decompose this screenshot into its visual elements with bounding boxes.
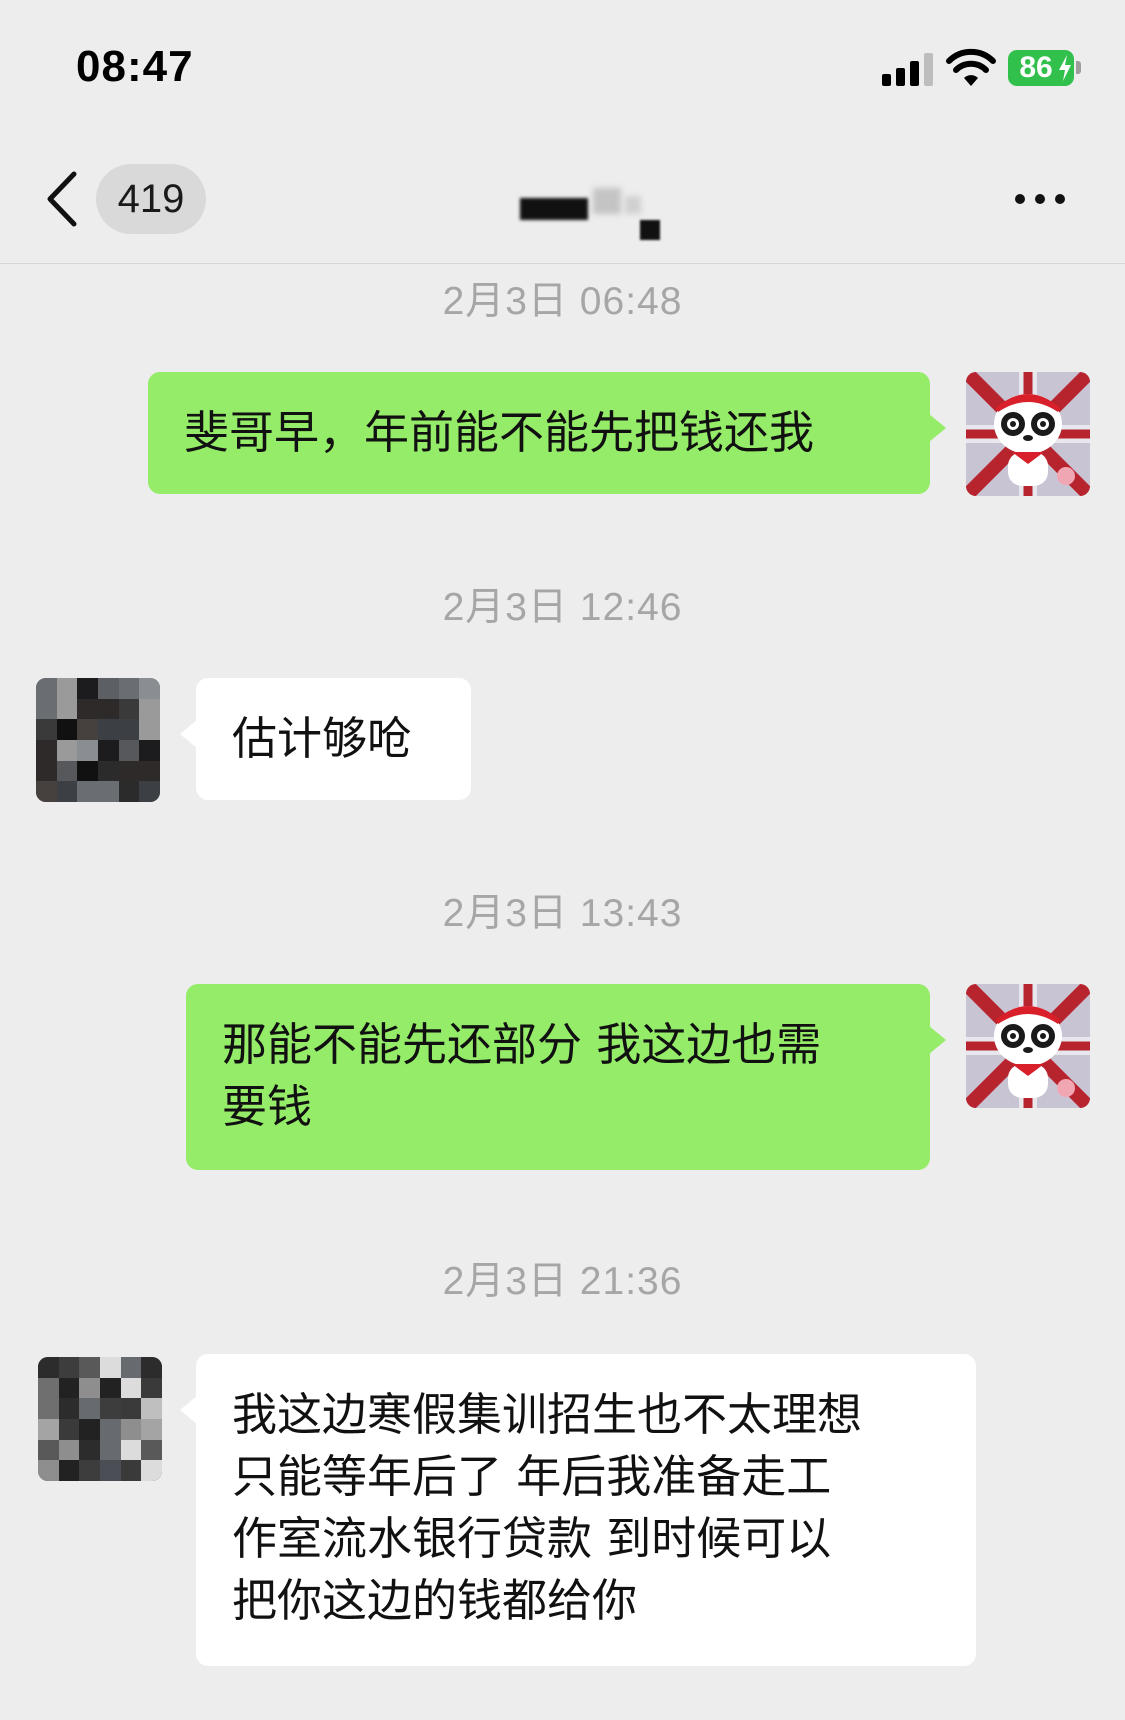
sent-message-bubble[interactable]: 斐哥早，年前能不能先把钱还我 <box>148 372 946 494</box>
chat-header: 419 <box>0 130 1125 264</box>
wifi-icon <box>946 48 996 86</box>
charging-bolt-icon <box>1059 55 1071 81</box>
ellipsis-icon[interactable] <box>1010 190 1070 208</box>
signal-icon <box>882 52 934 86</box>
received-message-bubble[interactable]: 估计够呛 <box>180 678 471 800</box>
battery-cap <box>1076 61 1081 74</box>
avatar-mosaic <box>36 678 160 802</box>
message-line: 只能等年后了 年后我准备走工 <box>232 1450 832 1503</box>
message-line: 把你这边的钱都给你 <box>232 1574 638 1627</box>
message-line: 那能不能先还部分 我这边也需 <box>222 1018 822 1071</box>
battery-icon: 86 <box>1008 50 1074 86</box>
message-text: 斐哥早，年前能不能先把钱还我 <box>184 406 815 459</box>
message-line: 作室流水银行贷款 到时候可以 <box>232 1512 832 1565</box>
message-line: 要钱 <box>222 1080 313 1133</box>
timestamp: 2月3日 13:43 <box>442 892 683 935</box>
message-text: 估计够呛 <box>232 712 413 765</box>
panda-avatar[interactable] <box>966 984 1090 1108</box>
battery-level: 86 <box>1019 51 1053 84</box>
status-bar: 08:47 86 <box>0 0 1125 130</box>
chevron-left-icon[interactable] <box>44 170 80 228</box>
sent-message-bubble[interactable]: 那能不能先还部分 我这边也需 要钱 <box>186 984 946 1170</box>
timestamp: 2月3日 21:36 <box>442 1260 683 1303</box>
received-message-bubble[interactable]: 我这边寒假集训招生也不太理想 只能等年后了 年后我准备走工 作室流水银行贷款 到… <box>180 1354 976 1666</box>
timestamp: 2月3日 12:46 <box>442 586 683 629</box>
unread-count-badge[interactable]: 419 <box>96 164 206 234</box>
panda-avatar[interactable] <box>966 372 1090 496</box>
pixelated-avatar[interactable] <box>38 1357 162 1481</box>
message-line: 我这边寒假集训招生也不太理想 <box>232 1388 863 1441</box>
timestamp: 2月3日 06:48 <box>442 280 683 323</box>
pixelated-avatar[interactable] <box>36 678 160 802</box>
avatar-mosaic <box>38 1357 162 1481</box>
status-time: 08:47 <box>76 42 194 91</box>
